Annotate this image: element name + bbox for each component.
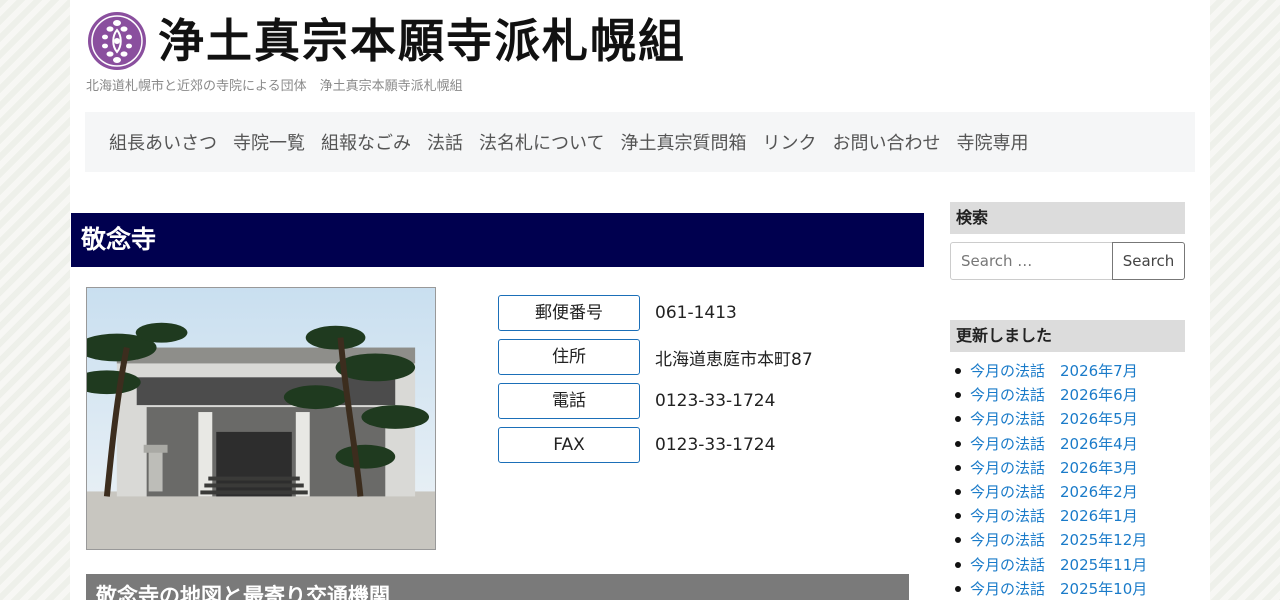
search-input[interactable] [950,242,1113,280]
update-link[interactable]: 今月の法話 2026年2月 [970,483,1138,501]
bullet-icon [955,488,961,495]
info-value-phone: 0123-33-1724 [655,391,776,411]
update-link[interactable]: 今月の法話 2026年7月 [970,362,1138,380]
page-container: 浄土真宗本願寺派札幌組 北海道札幌市と近郊の寺院による団体 浄土真宗本願寺派札幌… [70,0,1210,600]
search-widget-title: 検索 [950,202,1185,234]
info-row-address: 住所 北海道恵庭市本町87 [498,339,813,375]
updates-widget-title: 更新しました [950,320,1185,352]
bullet-icon [955,416,961,423]
nav-item-greeting[interactable]: 組長あいさつ [109,129,217,155]
update-link[interactable]: 今月の法話 2026年1月 [970,507,1138,525]
map-heading: 敬念寺の地図と最寄り交通機関 [86,574,909,600]
update-link[interactable]: 今月の法話 2026年4月 [970,435,1138,453]
list-item: 今月の法話 2026年1月 [950,504,1200,528]
nav-item-contact[interactable]: お問い合わせ [832,129,940,155]
search-button[interactable]: Search [1112,242,1185,280]
update-link[interactable]: 今月の法話 2026年5月 [970,410,1138,428]
nav-item-links[interactable]: リンク [762,129,816,155]
bullet-icon [955,440,961,447]
info-value-fax: 0123-33-1724 [655,435,776,455]
site-title[interactable]: 浄土真宗本願寺派札幌組 [158,8,686,74]
list-item: 今月の法話 2025年12月 [950,528,1200,552]
info-row-fax: FAX 0123-33-1724 [498,427,775,463]
info-row-postal: 郵便番号 061-1413 [498,295,737,331]
list-item: 今月の法話 2026年3月 [950,456,1200,480]
update-link[interactable]: 今月の法話 2025年12月 [970,531,1147,549]
update-link[interactable]: 今月の法話 2025年10月 [970,580,1147,598]
update-link[interactable]: 今月の法話 2026年3月 [970,459,1138,477]
nav-item-newsletter[interactable]: 組報なごみ [321,129,411,155]
update-link[interactable]: 今月の法話 2025年11月 [970,556,1147,574]
bullet-icon [955,585,961,592]
main-nav: 組長あいさつ 寺院一覧 組報なごみ 法話 法名札について 浄土真宗質問箱 リンク… [85,112,1195,172]
info-value-address: 北海道恵庭市本町87 [655,349,813,370]
bullet-icon [955,368,961,374]
temple-photo [86,287,436,550]
list-item: 今月の法話 2026年2月 [950,480,1200,504]
nav-item-sermon[interactable]: 法話 [427,129,463,155]
list-item: 今月の法話 2026年7月 [950,359,1200,383]
updates-list: 今月の法話 2026年7月 今月の法話 2026年6月 今月の法話 2026年5… [950,359,1200,600]
page-title: 敬念寺 [71,213,924,267]
nav-item-homyo[interactable]: 法名札について [479,129,604,155]
bullet-icon [955,537,961,544]
bullet-icon [955,392,961,399]
info-label-fax: FAX [498,427,640,463]
list-item: 今月の法話 2026年6月 [950,383,1200,407]
bullet-icon [955,561,961,568]
background-right [1200,0,1280,600]
bullet-icon [955,513,961,520]
wisteria-crest-icon[interactable] [86,10,148,72]
nav-item-questions[interactable]: 浄土真宗質問箱 [620,129,746,155]
info-row-phone: 電話 0123-33-1724 [498,383,775,419]
list-item: 今月の法話 2026年4月 [950,432,1200,456]
info-label-postal: 郵便番号 [498,295,640,331]
bullet-icon [955,464,961,471]
list-item: 今月の法話 2026年5月 [950,407,1200,431]
background-left [0,0,80,600]
update-link[interactable]: 今月の法話 2026年6月 [970,386,1138,404]
list-item: 今月の法話 2025年10月 [950,577,1200,600]
info-value-postal: 061-1413 [655,303,737,323]
nav-item-members[interactable]: 寺院専用 [956,129,1028,155]
info-label-address: 住所 [498,339,640,375]
list-item: 今月の法話 2025年11月 [950,553,1200,577]
site-tagline: 北海道札幌市と近郊の寺院による団体 浄土真宗本願寺派札幌組 [86,79,463,94]
info-label-phone: 電話 [498,383,640,419]
nav-item-temples[interactable]: 寺院一覧 [233,129,305,155]
